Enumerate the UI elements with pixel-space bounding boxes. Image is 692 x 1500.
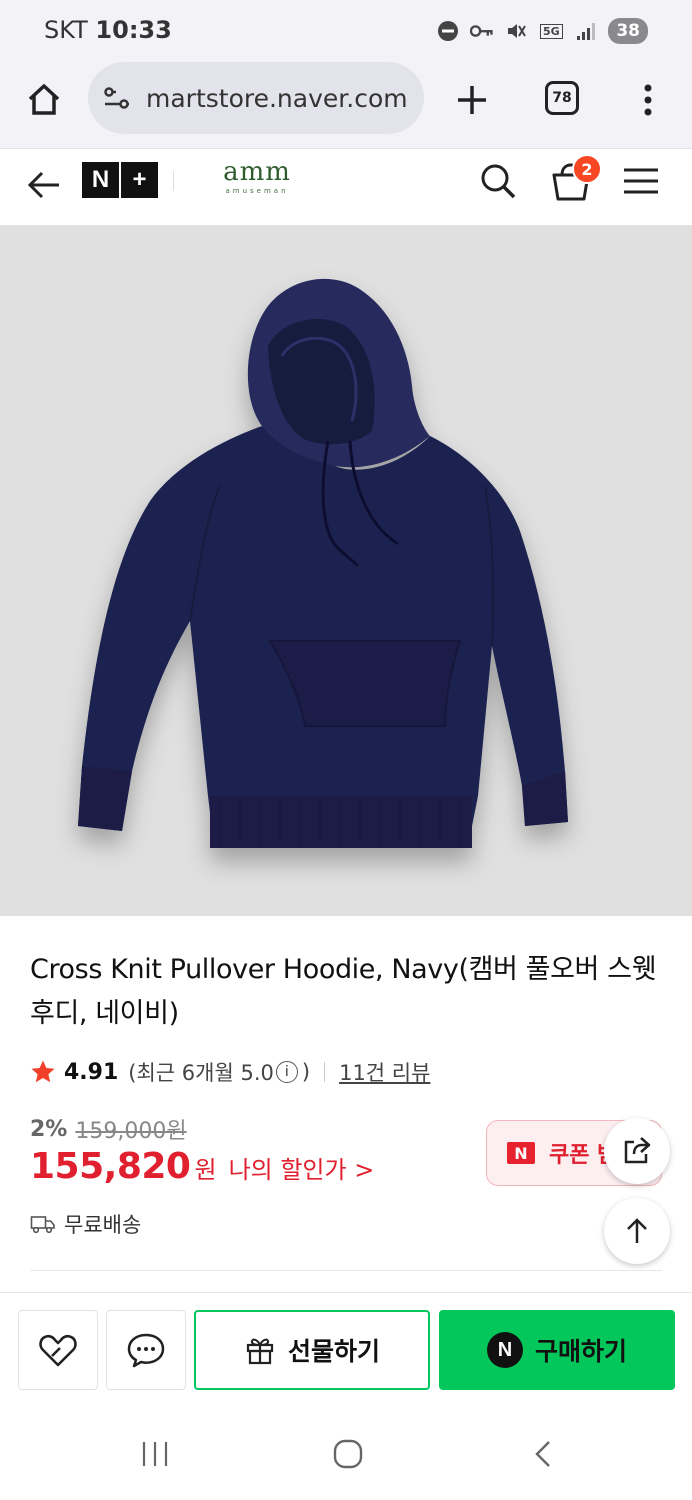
hamburger-icon [624, 168, 658, 194]
new-tab-button[interactable] [452, 80, 492, 120]
system-home-button[interactable] [323, 1432, 373, 1476]
arrow-up-icon [627, 1218, 647, 1243]
section-divider [30, 1270, 662, 1271]
truck-icon [30, 1216, 55, 1234]
header-divider [173, 171, 174, 191]
system-navigation-bar [0, 1404, 692, 1500]
share-icon [624, 1137, 651, 1164]
naver-plus-logo[interactable]: N + [82, 162, 158, 198]
gift-icon [246, 1338, 274, 1365]
share-button[interactable] [604, 1118, 670, 1184]
recent-rating-close: ) [301, 1060, 311, 1084]
info-icon[interactable]: i [275, 1061, 298, 1083]
discount-percent: 2% [30, 1116, 68, 1142]
heart-icon [39, 1334, 77, 1367]
browser-menu-button[interactable] [638, 80, 658, 120]
signal-icon [574, 19, 598, 43]
plus-icon [458, 86, 486, 114]
naver-pay-icon: N [486, 1332, 523, 1368]
recent-apps-icon [142, 1442, 168, 1466]
status-icons: 5G 38 [436, 18, 648, 44]
tab-switcher-button[interactable]: 78 [545, 81, 579, 115]
home-circle-icon [333, 1439, 363, 1469]
shipping-row: 무료배송 [30, 1208, 141, 1240]
store-header: N + amm amuseman 2 [0, 148, 692, 226]
status-bar: SKT 10:33 5G 38 [0, 0, 692, 62]
do-not-disturb-icon [436, 19, 460, 43]
scroll-top-button[interactable] [604, 1198, 670, 1264]
network-label: 5G [539, 23, 563, 39]
price-row[interactable]: 155,820 원 나의 할인가 > [30, 1146, 374, 1194]
original-price: 159,000원 [75, 1119, 187, 1144]
product-image[interactable] [0, 226, 692, 916]
rating-score: 4.91 [64, 1059, 119, 1085]
home-button[interactable] [22, 78, 66, 122]
gift-label: 선물하기 [287, 1337, 380, 1366]
product-title: Cross Knit Pullover Hoodie, Navy(캠버 풀오버 … [30, 954, 657, 1029]
buy-label: 구매하기 [534, 1337, 627, 1366]
discount-row: 2% 159,000원 [30, 1114, 187, 1145]
gift-button[interactable]: 선물하기 [194, 1310, 430, 1390]
network-5g-icon: 5G [538, 19, 564, 43]
system-back-button[interactable] [518, 1432, 568, 1476]
star-icon [31, 1060, 55, 1083]
cart-count-badge: 2 [572, 154, 602, 184]
home-icon [28, 84, 60, 115]
like-button[interactable] [18, 1310, 98, 1390]
review-count-link[interactable]: 11건 리뷰 [339, 1057, 430, 1087]
logo-plus: + [121, 162, 158, 198]
sale-price: 155,820 [30, 1146, 191, 1187]
clock: 10:33 [95, 16, 172, 44]
buy-button[interactable]: N 구매하기 [439, 1310, 675, 1390]
recent-rating: (최근 6개월 5.0 [128, 1061, 274, 1085]
rating-row: 4.91 (최근 6개월 5.0 i ) 11건 리뷰 [30, 1056, 430, 1088]
naver-n-badge: N [507, 1142, 535, 1164]
hoodie-illustration [78, 278, 568, 848]
site-settings-icon[interactable] [102, 83, 132, 113]
vpn-key-icon [470, 19, 494, 43]
brand-logo[interactable]: amm amuseman [216, 157, 298, 195]
logo-n: N [82, 162, 119, 198]
currency-label: 원 [194, 1156, 217, 1184]
menu-button[interactable] [622, 165, 660, 197]
mute-icon [504, 19, 528, 43]
battery-indicator: 38 [608, 18, 648, 44]
more-vert-icon [644, 84, 652, 116]
chat-bubble-icon [127, 1333, 165, 1368]
brand-name: amm [223, 157, 291, 187]
status-left: SKT 10:33 [44, 16, 172, 44]
address-bar[interactable]: martstore.naver.com [88, 62, 424, 134]
carrier-label: SKT [44, 16, 88, 44]
my-discount-link[interactable]: 나의 할인가 > [229, 1150, 375, 1185]
browser-toolbar: martstore.naver.com 78 [0, 62, 692, 148]
shipping-label: 무료배송 [64, 1213, 142, 1237]
brand-subtitle: amuseman [225, 187, 289, 195]
bottom-action-bar: 선물하기 N 구매하기 [0, 1292, 692, 1404]
rating-separator [324, 1062, 326, 1082]
chevron-left-icon [535, 1441, 550, 1467]
url-text: martstore.naver.com [146, 83, 408, 113]
talk-button[interactable] [106, 1310, 186, 1390]
search-icon [481, 164, 516, 199]
search-button[interactable] [478, 161, 518, 201]
arrow-left-icon [27, 171, 59, 199]
back-button[interactable] [24, 165, 64, 205]
recent-apps-button[interactable] [130, 1432, 180, 1476]
